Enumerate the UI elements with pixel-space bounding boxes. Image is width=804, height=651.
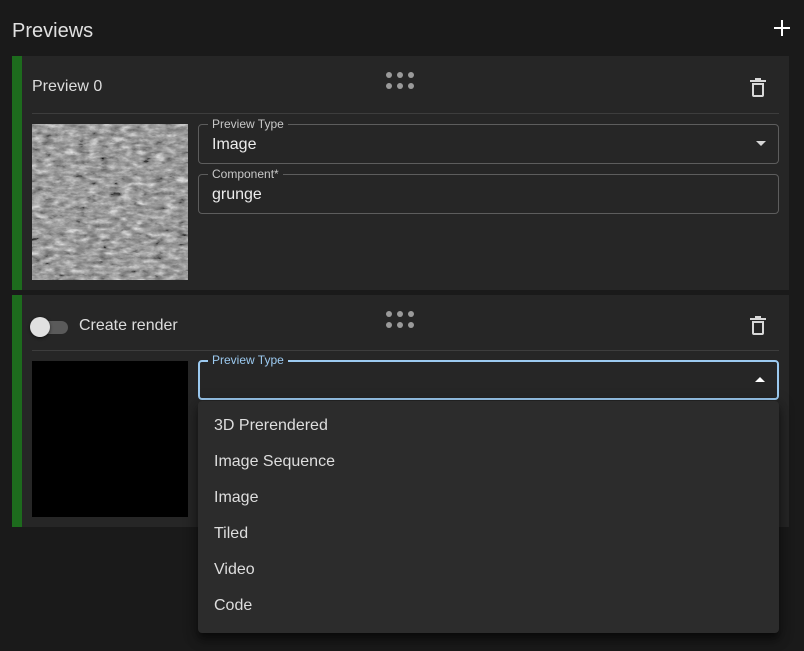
drag-handle-icon[interactable] — [386, 311, 414, 329]
menu-item-image[interactable]: Image — [198, 480, 779, 516]
card-accent-bar — [12, 295, 22, 527]
delete-button[interactable] — [748, 314, 768, 336]
field-label: Preview Type — [208, 353, 288, 367]
grunge-thumbnail — [32, 124, 188, 280]
card-title: Preview 0 — [32, 78, 103, 95]
menu-item-code[interactable]: Code — [198, 588, 779, 624]
chevron-up-icon — [755, 377, 765, 382]
preview-card: Preview 0 Preview Type Image Component* … — [12, 56, 789, 290]
divider — [32, 350, 779, 351]
plus-icon — [774, 20, 790, 36]
chevron-down-icon — [756, 141, 766, 146]
menu-item-image-sequence[interactable]: Image Sequence — [198, 444, 779, 480]
field-label: Component* — [208, 167, 283, 181]
card-accent-bar — [12, 56, 22, 290]
preview-type-select[interactable]: Preview Type — [198, 353, 779, 400]
menu-item-tiled[interactable]: Tiled — [198, 516, 779, 552]
trash-icon — [750, 77, 766, 97]
trash-icon — [750, 315, 766, 335]
drag-handle-icon[interactable] — [386, 72, 414, 90]
menu-item-3d-prerendered[interactable]: 3D Prerendered — [198, 408, 779, 444]
toggle-knob — [30, 317, 50, 337]
page-title: Previews — [12, 20, 94, 42]
menu-item-video[interactable]: Video — [198, 552, 779, 588]
preview-type-select[interactable]: Preview Type Image — [198, 117, 779, 164]
divider — [32, 113, 779, 114]
field-label: Preview Type — [208, 117, 288, 131]
field-value: grunge — [212, 186, 262, 203]
delete-button[interactable] — [748, 76, 768, 98]
add-preview-button[interactable] — [770, 16, 794, 40]
create-render-toggle[interactable] — [30, 317, 68, 337]
component-input[interactable]: Component* grunge — [198, 167, 779, 214]
field-value: Image — [212, 136, 257, 153]
toggle-label: Create render — [79, 317, 178, 334]
empty-thumbnail — [32, 361, 188, 517]
preview-type-menu: 3D Prerendered Image Sequence Image Tile… — [198, 401, 779, 633]
